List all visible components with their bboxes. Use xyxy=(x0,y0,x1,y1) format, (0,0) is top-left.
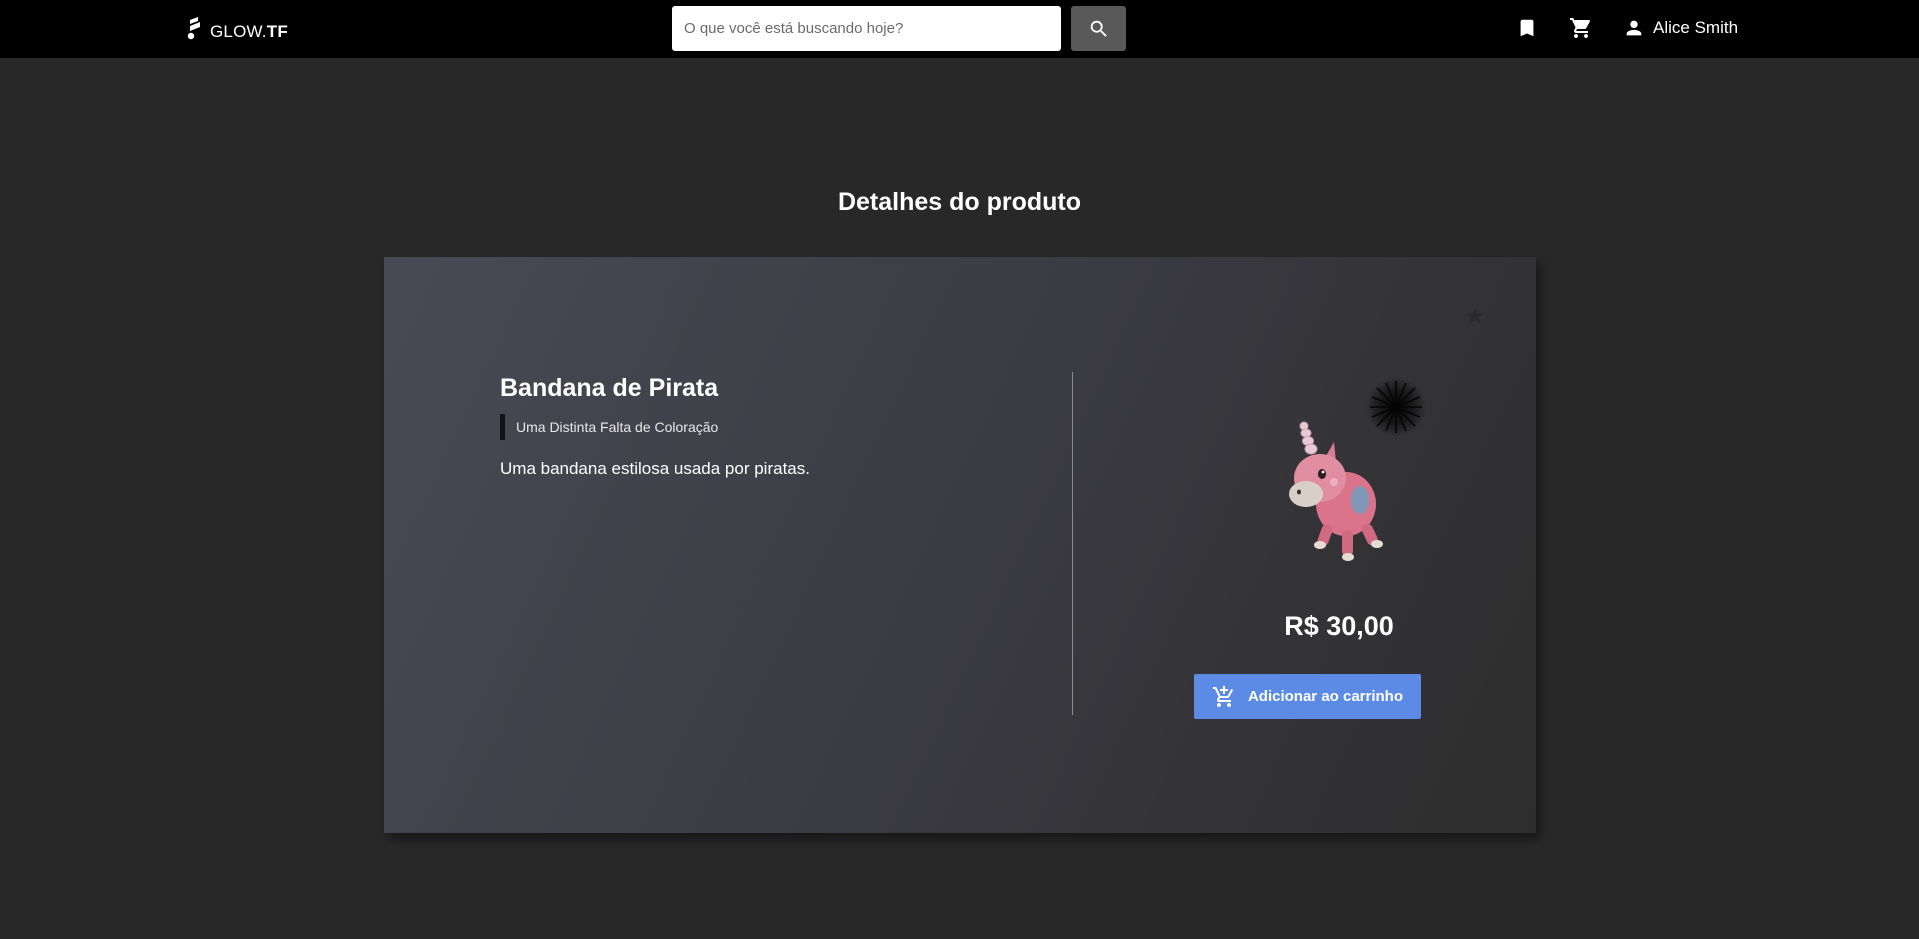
product-image xyxy=(1289,421,1383,561)
bookmarks-button[interactable] xyxy=(1513,14,1541,42)
search-input[interactable] xyxy=(672,6,1061,51)
logo-text: GLOW.TF xyxy=(210,22,288,41)
search-icon xyxy=(1090,20,1107,37)
add-to-cart-label: Adicionar ao carrinho xyxy=(1247,688,1404,705)
cart-button[interactable] xyxy=(1567,14,1595,42)
product-quality: Uma Distinta Falta de Coloração xyxy=(500,414,1040,440)
product-card: Bandana de Pirata Uma Distinta Falta de … xyxy=(384,257,1536,833)
home-logo-link[interactable]: GLOW.TF xyxy=(184,15,288,43)
product-info: Bandana de Pirata Uma Distinta Falta de … xyxy=(500,373,1040,480)
product-description: Uma bandana estilosa usada por piratas. xyxy=(500,459,810,478)
favorite-button[interactable] xyxy=(1462,303,1488,329)
add-to-cart-button[interactable]: Adicionar ao carrinho xyxy=(1194,674,1421,719)
page-title: Detalhes do produto xyxy=(837,188,1082,216)
product-name: Bandana de Pirata xyxy=(500,374,719,402)
glow-logo-icon xyxy=(187,17,200,40)
user-name: Alice Smith xyxy=(1653,18,1739,37)
search-button[interactable] xyxy=(1071,6,1126,51)
top-navigation-bar: GLOW.TF Alice Smith xyxy=(0,0,1919,58)
product-price: R$ 30,00 xyxy=(1284,611,1394,641)
person-icon xyxy=(1626,20,1642,36)
user-menu[interactable]: Alice Smith xyxy=(1623,14,1738,42)
bookmark-icon xyxy=(1520,19,1534,37)
cart-icon xyxy=(1570,18,1591,38)
star-icon xyxy=(1466,307,1484,324)
vertical-divider xyxy=(1072,372,1073,715)
add-shopping-cart-icon xyxy=(1212,685,1236,709)
